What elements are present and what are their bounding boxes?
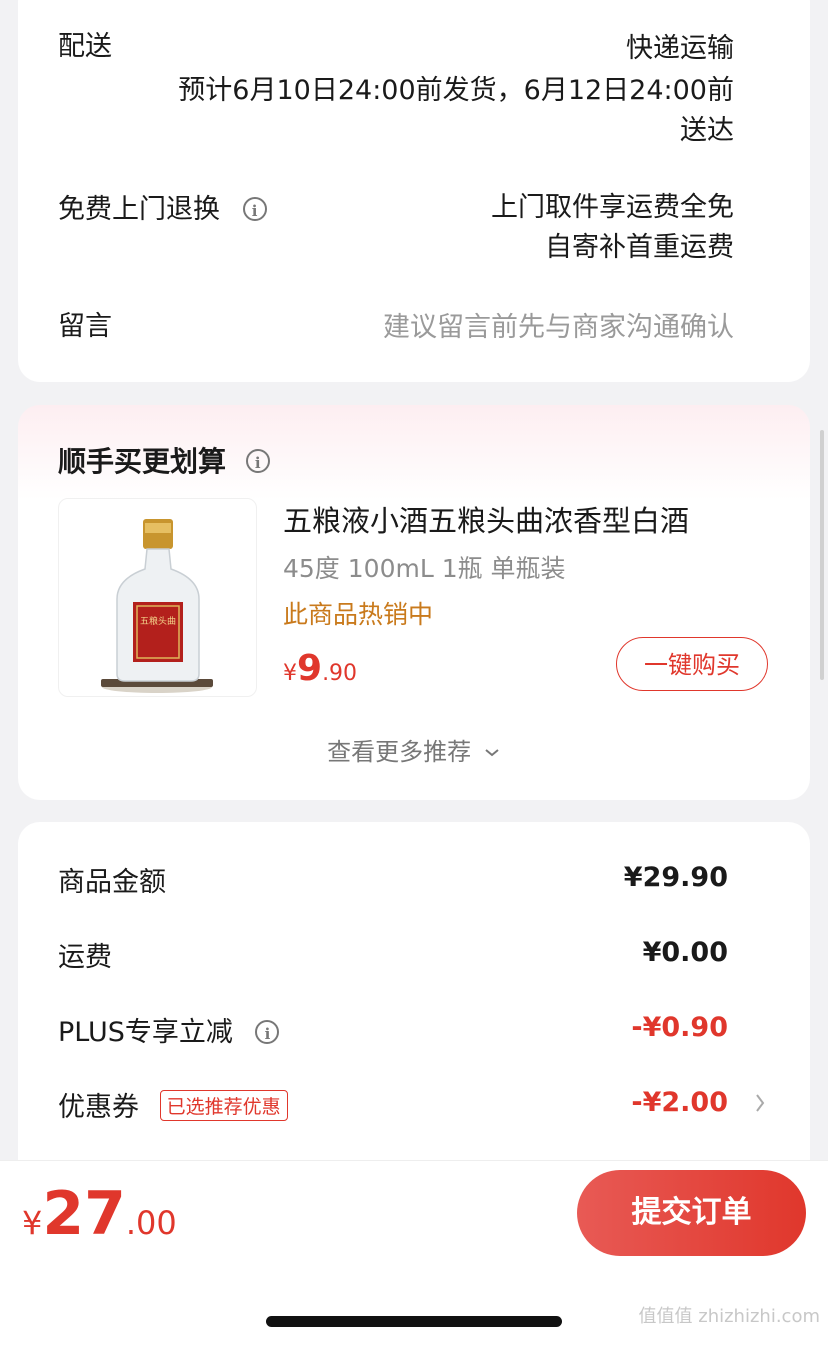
chevron-down-icon	[485, 749, 499, 757]
coupon-row[interactable]: 优惠券 已选推荐优惠	[58, 1085, 288, 1124]
submit-order-button[interactable]: 提交订单	[577, 1170, 806, 1256]
free-return-text: 免费上门退换	[58, 194, 220, 225]
recommend-title-row: 顺手买更划算 i	[58, 440, 270, 480]
product-hot-tag: 此商品热销中	[283, 600, 434, 629]
plus-discount-value: -¥0.90	[631, 1012, 728, 1043]
one-click-buy-button[interactable]: 一键购买	[616, 637, 768, 691]
shipping-fee-label: 运费	[58, 942, 112, 973]
goods-amount-label: 商品金额	[58, 867, 166, 898]
scrollbar[interactable]	[820, 430, 824, 680]
product-name[interactable]: 五粮液小酒五粮头曲浓香型白酒	[283, 498, 689, 540]
delivery-estimate-line2: 送达	[680, 115, 734, 146]
price-decimal: .90	[322, 661, 358, 686]
coupon-value[interactable]: -¥2.00	[631, 1087, 728, 1118]
view-more-recommend[interactable]: 查看更多推荐	[18, 732, 810, 767]
view-more-label: 查看更多推荐	[327, 738, 472, 766]
info-icon[interactable]: i	[242, 196, 267, 221]
free-return-label: 免费上门退换 i	[58, 187, 267, 226]
home-indicator[interactable]	[266, 1316, 562, 1327]
price-integer: 9	[297, 648, 323, 689]
goods-amount-value: ¥29.90	[623, 862, 728, 893]
recommend-card: 顺手买更划算 i 五粮头曲 五粮液小酒五粮头曲浓香型白酒 45度 100mL 1…	[18, 405, 810, 800]
plus-discount-label: PLUS专享立减 i	[58, 1010, 280, 1049]
info-icon[interactable]: i	[255, 1019, 280, 1044]
delivery-label: 配送	[58, 31, 112, 62]
liquor-bottle-icon: 五粮头曲	[101, 519, 213, 693]
watermark: 值值值 zhizhizhi.com	[638, 1306, 820, 1327]
product-image[interactable]: 五粮头曲	[58, 498, 257, 697]
total-price: ¥27.00	[22, 1179, 177, 1249]
message-label: 留言	[58, 311, 112, 342]
product-spec: 45度 100mL 1瓶 单瓶装	[283, 554, 566, 583]
info-icon[interactable]: i	[245, 449, 270, 473]
message-input[interactable]: 建议留言前先与商家沟通确认	[383, 305, 734, 344]
chevron-right-icon[interactable]	[754, 1092, 766, 1114]
bottom-safe-area: 值值值 zhizhizhi.com	[0, 1270, 828, 1345]
checkout-bar: ¥27.00 提交订单	[0, 1160, 828, 1271]
total-decimal: .00	[125, 1204, 177, 1242]
coupon-badge: 已选推荐优惠	[159, 1090, 288, 1121]
price-summary-card: 商品金额 ¥29.90 运费 ¥0.00 PLUS专享立减 i -¥0.90 优…	[18, 822, 810, 1202]
return-line1: 上门取件享运费全免	[491, 192, 734, 223]
shipping-fee-value: ¥0.00	[642, 937, 728, 968]
product-price: ¥9.90	[283, 648, 357, 689]
order-info-card: 配送 快递运输 预计6月10日24:00前发货，6月12日24:00前 送达 免…	[18, 0, 810, 382]
bottle-label-text: 五粮头曲	[140, 615, 176, 627]
return-line2: 自寄补首重运费	[545, 232, 734, 263]
total-integer: 27	[42, 1179, 126, 1249]
total-currency: ¥	[22, 1204, 43, 1242]
delivery-estimate-line1: 预计6月10日24:00前发货，6月12日24:00前	[178, 75, 734, 106]
plus-discount-text: PLUS专享立减	[58, 1017, 233, 1048]
price-currency: ¥	[283, 661, 297, 686]
recommend-title: 顺手买更划算	[58, 445, 227, 478]
delivery-method[interactable]: 快递运输	[626, 26, 734, 65]
coupon-label: 优惠券	[58, 1092, 139, 1123]
